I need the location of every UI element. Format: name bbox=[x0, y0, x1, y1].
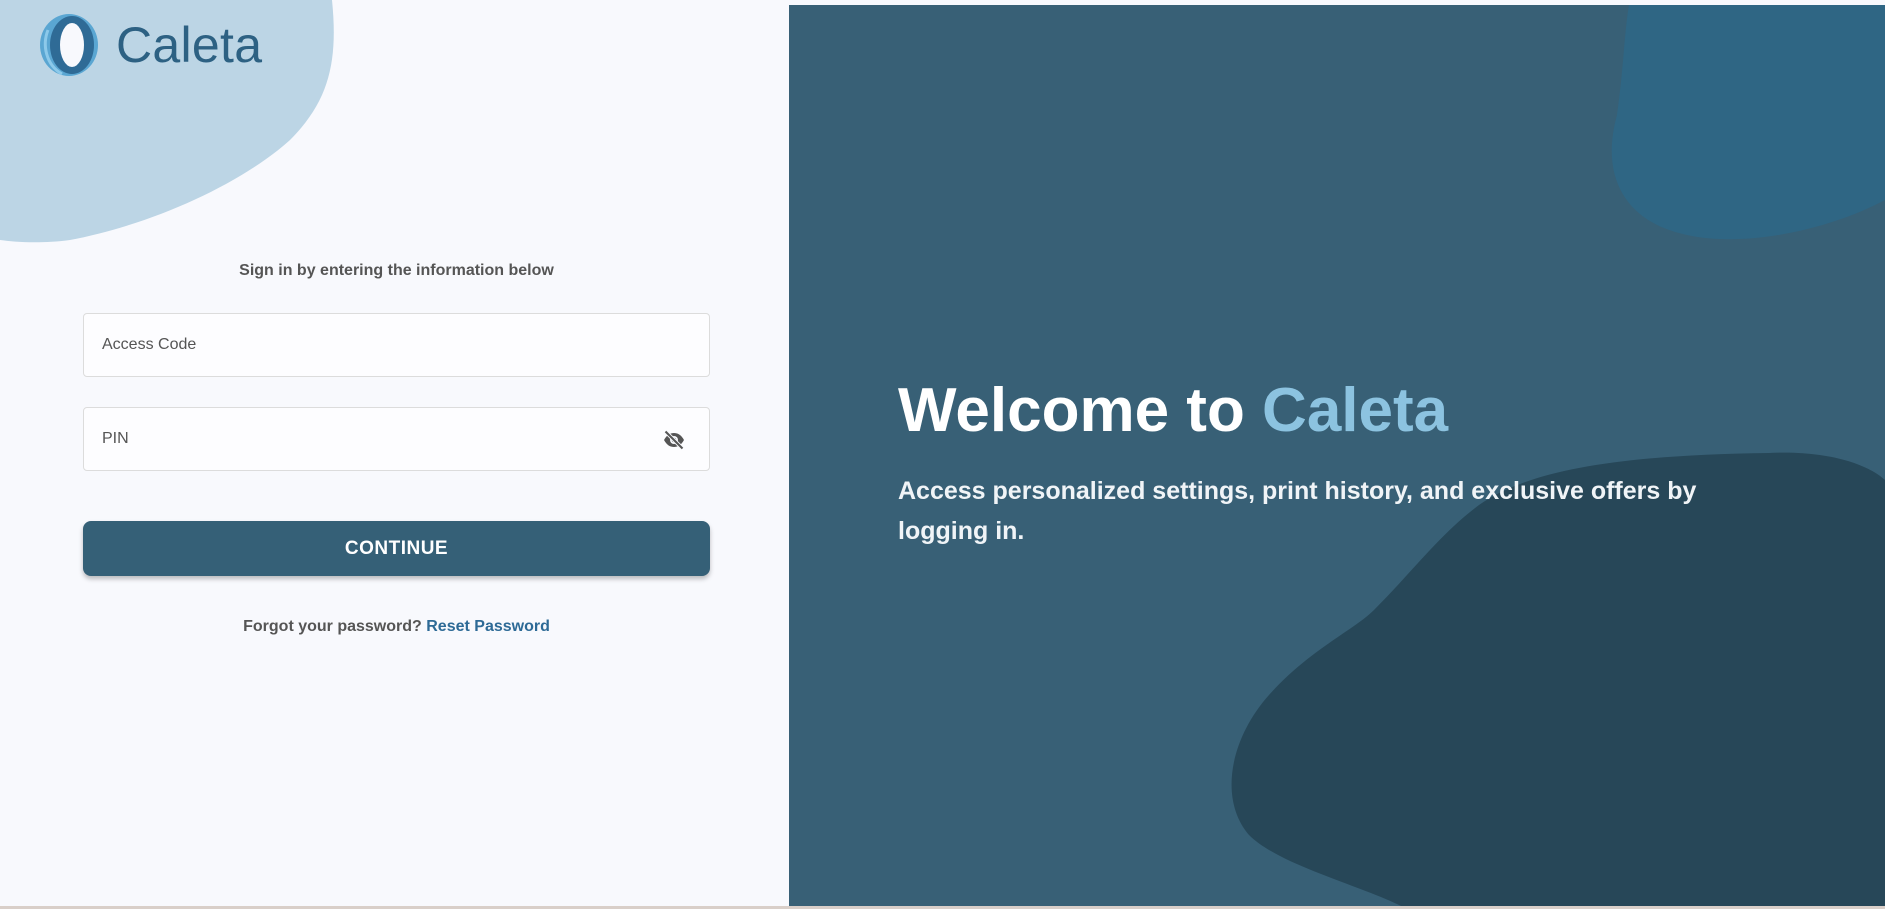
welcome-description: Access personalized settings, print hist… bbox=[898, 477, 1697, 545]
brand-logo[interactable]: Caleta bbox=[34, 10, 262, 80]
welcome-panel: Welcome to Caleta Access personalized se… bbox=[789, 5, 1885, 906]
access-code-input[interactable] bbox=[84, 314, 709, 376]
welcome-prefix: Welcome to bbox=[898, 376, 1263, 445]
brand-name: Caleta bbox=[116, 17, 263, 73]
login-panel: Caleta Sign in by entering the informati… bbox=[0, 0, 789, 906]
ring-logo-icon bbox=[40, 14, 98, 76]
signin-subtitle: Sign in by entering the information belo… bbox=[239, 262, 554, 279]
continue-button[interactable]: CONTINUE bbox=[83, 521, 710, 576]
forgot-password-row: Forgot your password? Reset Password bbox=[83, 618, 710, 636]
forgot-password-text: Forgot your password? bbox=[243, 618, 422, 635]
access-code-field[interactable] bbox=[83, 313, 710, 377]
welcome-heading: Welcome to Caleta bbox=[898, 375, 1448, 446]
decorative-blobs bbox=[1231, 5, 1885, 906]
pin-field[interactable] bbox=[83, 407, 710, 471]
login-page: Caleta Sign in by entering the informati… bbox=[0, 0, 1885, 909]
eye-off-icon[interactable] bbox=[661, 427, 687, 453]
reset-password-link[interactable]: Reset Password bbox=[426, 618, 550, 635]
welcome-brand: Caleta bbox=[1262, 376, 1449, 445]
pin-input[interactable] bbox=[84, 408, 709, 470]
signin-form: Sign in by entering the information belo… bbox=[83, 262, 710, 636]
